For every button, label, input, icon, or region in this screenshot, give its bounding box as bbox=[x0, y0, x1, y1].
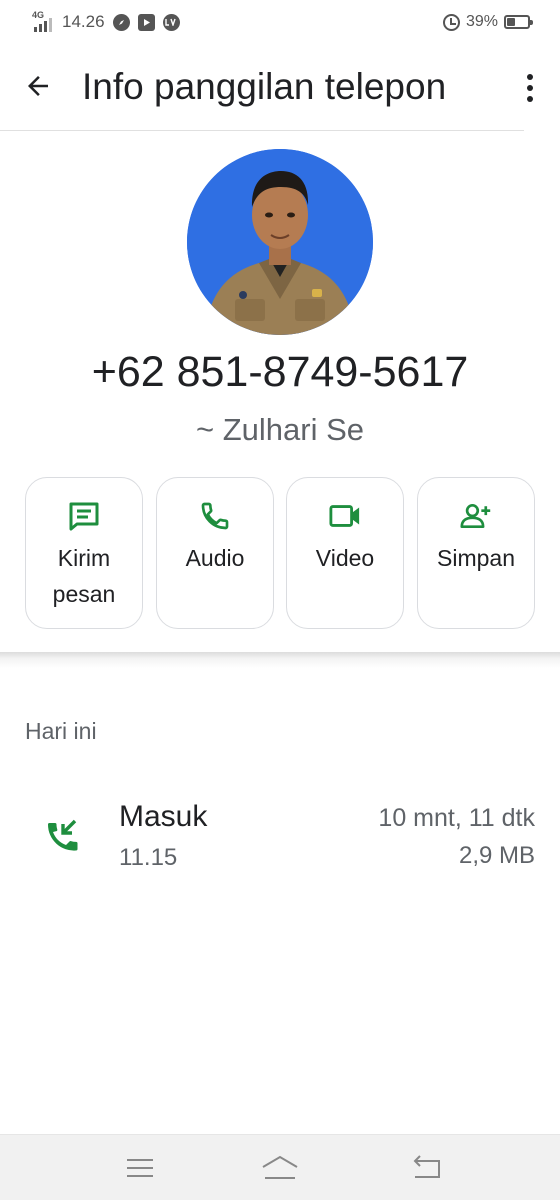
status-bar-left: 4G 14.26 bbox=[30, 10, 180, 34]
app-bar: Info panggilan telepon bbox=[0, 44, 560, 132]
call-type: Masuk bbox=[119, 800, 208, 833]
battery-percent: 39% bbox=[465, 13, 498, 30]
recent-apps-button[interactable] bbox=[120, 1151, 160, 1185]
audio-call-button[interactable]: Audio bbox=[156, 477, 274, 629]
video-call-button[interactable]: Video bbox=[286, 477, 404, 629]
avatar[interactable] bbox=[187, 149, 373, 335]
video-camera-icon bbox=[329, 500, 361, 532]
home-icon bbox=[262, 1155, 298, 1179]
phone-number[interactable]: +62 851-8749-5617 bbox=[0, 348, 560, 397]
call-time: 11.15 bbox=[119, 844, 178, 871]
status-bar-right: 39% bbox=[442, 10, 533, 34]
arrow-left-icon bbox=[28, 76, 48, 96]
add-person-icon bbox=[460, 500, 492, 532]
action-buttons: Kirim pesan Audio Video Simpan bbox=[25, 477, 535, 629]
home-button[interactable] bbox=[260, 1151, 300, 1185]
contact-photo bbox=[187, 149, 373, 335]
action-label-save: Simpan bbox=[437, 545, 515, 571]
message-icon bbox=[68, 500, 100, 532]
lte-icon bbox=[162, 13, 180, 31]
section-separator bbox=[0, 652, 560, 668]
history-section-header: Hari ini bbox=[25, 718, 97, 744]
contact-alias: ~ Zulhari Se bbox=[195, 412, 364, 447]
back-nav-button[interactable] bbox=[406, 1151, 446, 1185]
phone-icon bbox=[199, 500, 231, 532]
back-icon bbox=[413, 1155, 440, 1178]
incoming-call-icon bbox=[47, 819, 78, 851]
more-options-button[interactable] bbox=[518, 68, 542, 108]
action-label-message: Kirim pesan bbox=[52, 545, 116, 607]
battery-fill bbox=[507, 18, 515, 26]
signal-icon: 4G bbox=[30, 10, 54, 32]
alarm-icon bbox=[442, 13, 460, 31]
app-bar-divider bbox=[0, 130, 524, 131]
save-contact-button[interactable]: Simpan bbox=[417, 477, 535, 629]
battery-icon bbox=[504, 15, 533, 29]
more-vert-icon bbox=[527, 74, 533, 80]
call-duration: 10 mnt, 11 dtk bbox=[378, 804, 535, 832]
back-button[interactable] bbox=[20, 68, 56, 104]
action-label-audio: Audio bbox=[185, 545, 245, 571]
call-data-size: 2,9 MB bbox=[458, 842, 535, 869]
call-history-item[interactable]: Masuk 11.15 10 mnt, 11 dtk 2,9 MB bbox=[0, 790, 560, 886]
compass-icon bbox=[112, 13, 130, 31]
youtube-icon bbox=[137, 13, 155, 31]
status-time: 14.26 bbox=[62, 12, 105, 31]
page-title: Info panggilan telepon bbox=[82, 66, 447, 107]
menu-icon bbox=[127, 1159, 153, 1177]
status-bar: 4G 14.26 39% bbox=[0, 0, 560, 44]
action-label-video: Video bbox=[315, 545, 375, 571]
send-message-button[interactable]: Kirim pesan bbox=[25, 477, 143, 629]
system-navigation-bar bbox=[0, 1134, 560, 1200]
